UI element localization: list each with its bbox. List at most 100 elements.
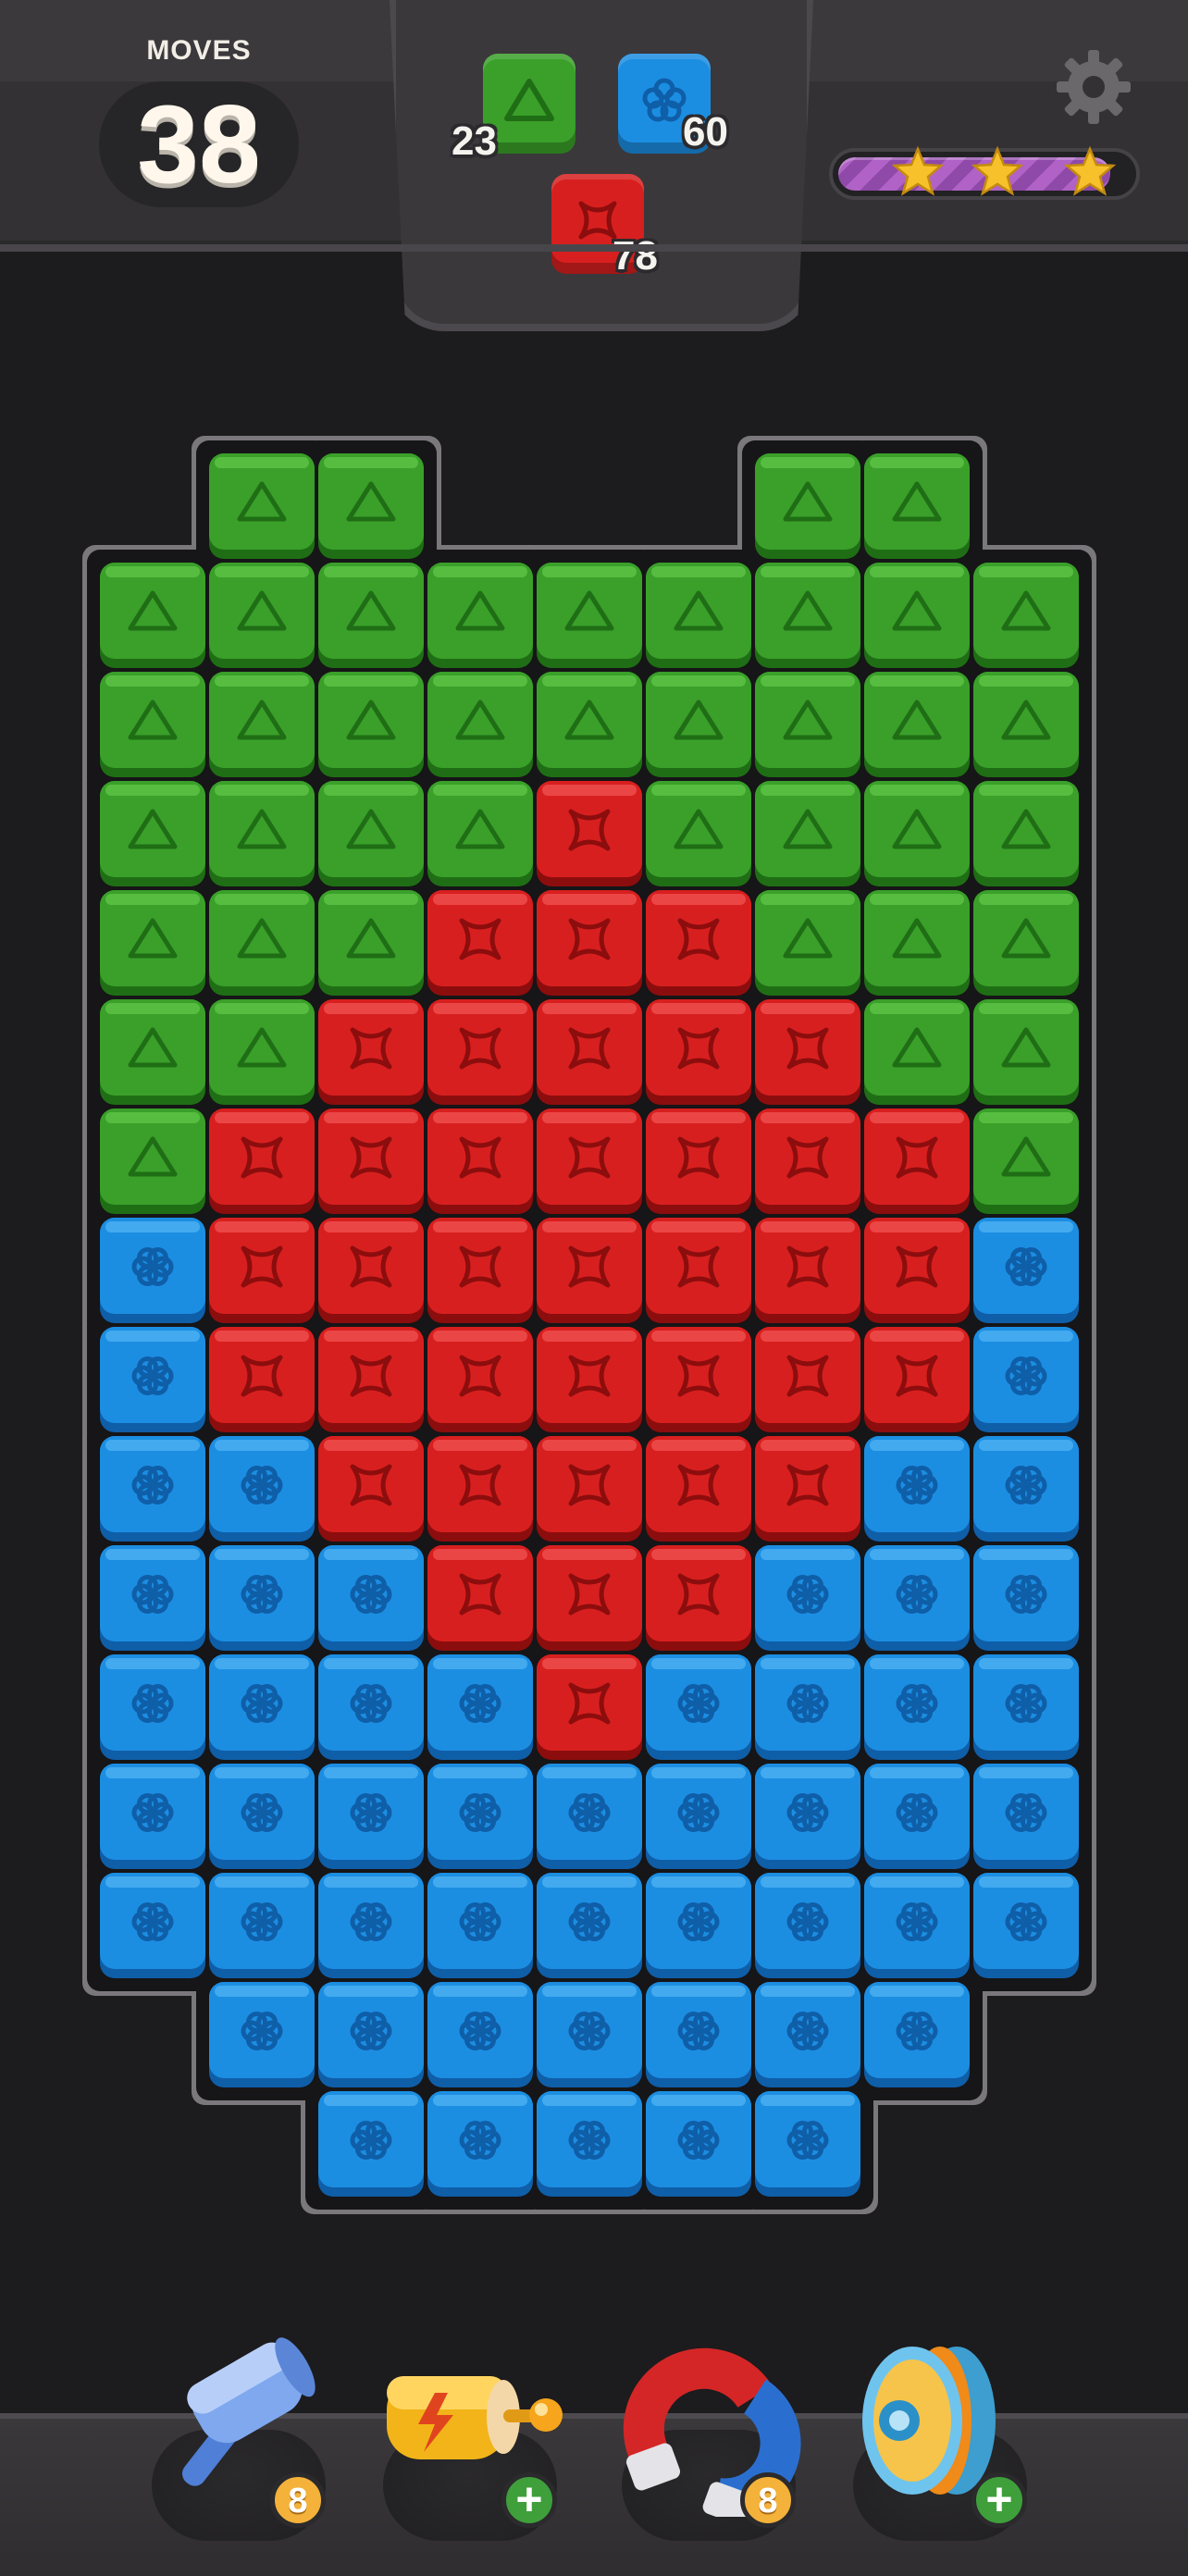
red-block[interactable]	[755, 1108, 860, 1214]
red-block[interactable]	[209, 1218, 315, 1323]
green-block[interactable]	[864, 672, 970, 777]
blue-block[interactable]	[100, 1545, 205, 1651]
blue-block[interactable]	[755, 1654, 860, 1760]
blue-block[interactable]	[646, 1764, 751, 1869]
blue-block[interactable]	[973, 1436, 1079, 1542]
booster-magnet-button[interactable]: 8	[616, 2332, 801, 2541]
blue-block[interactable]	[427, 1982, 533, 2087]
blue-block[interactable]	[973, 1545, 1079, 1651]
blue-block[interactable]	[209, 1764, 315, 1869]
blue-block[interactable]	[646, 1982, 751, 2087]
red-block[interactable]	[646, 1436, 751, 1542]
green-block[interactable]	[100, 672, 205, 777]
green-block[interactable]	[427, 672, 533, 777]
green-block[interactable]	[100, 999, 205, 1105]
blue-block[interactable]	[537, 1873, 642, 1978]
blue-block[interactable]	[318, 1764, 424, 1869]
blue-block[interactable]	[755, 2091, 860, 2197]
red-block[interactable]	[537, 1654, 642, 1760]
booster-hammer-button[interactable]: 8	[146, 2332, 331, 2541]
green-block[interactable]	[209, 999, 315, 1105]
red-block[interactable]	[755, 999, 860, 1105]
red-block[interactable]	[427, 999, 533, 1105]
green-block[interactable]	[209, 781, 315, 886]
green-block[interactable]	[537, 563, 642, 668]
red-block[interactable]	[864, 1108, 970, 1214]
green-block[interactable]	[100, 890, 205, 996]
green-block[interactable]	[755, 563, 860, 668]
blue-block[interactable]	[646, 1873, 751, 1978]
green-block[interactable]	[100, 1108, 205, 1214]
blue-block[interactable]	[427, 1654, 533, 1760]
blue-block[interactable]	[537, 1982, 642, 2087]
blue-block[interactable]	[973, 1218, 1079, 1323]
booster-yoyo-add-button[interactable]: +	[971, 2472, 1027, 2528]
blue-block[interactable]	[318, 1873, 424, 1978]
green-block[interactable]	[864, 781, 970, 886]
green-block[interactable]	[209, 672, 315, 777]
red-block[interactable]	[537, 890, 642, 996]
green-block[interactable]	[973, 1108, 1079, 1214]
blue-block[interactable]	[646, 1654, 751, 1760]
red-block[interactable]	[209, 1327, 315, 1432]
booster-yoyo-button[interactable]: +	[848, 2332, 1033, 2541]
green-block[interactable]	[755, 672, 860, 777]
green-block[interactable]	[537, 672, 642, 777]
red-block[interactable]	[318, 1327, 424, 1432]
green-block[interactable]	[318, 563, 424, 668]
blue-block[interactable]	[973, 1654, 1079, 1760]
blue-block[interactable]	[973, 1764, 1079, 1869]
blue-block[interactable]	[864, 1764, 970, 1869]
blue-block[interactable]	[755, 1545, 860, 1651]
blue-block[interactable]	[318, 1545, 424, 1651]
green-block[interactable]	[100, 781, 205, 886]
green-block[interactable]	[864, 563, 970, 668]
blue-block[interactable]	[100, 1218, 205, 1323]
blue-block[interactable]	[100, 1873, 205, 1978]
blue-block[interactable]	[537, 2091, 642, 2197]
green-block[interactable]	[864, 890, 970, 996]
blue-block[interactable]	[209, 1436, 315, 1542]
blue-block[interactable]	[318, 2091, 424, 2197]
blue-block[interactable]	[427, 1764, 533, 1869]
blue-block[interactable]	[209, 1654, 315, 1760]
green-block[interactable]	[973, 672, 1079, 777]
green-block[interactable]	[973, 890, 1079, 996]
red-block[interactable]	[427, 890, 533, 996]
blue-block[interactable]	[755, 1982, 860, 2087]
green-block[interactable]	[318, 672, 424, 777]
red-block[interactable]	[427, 1108, 533, 1214]
blue-block[interactable]	[864, 1873, 970, 1978]
green-block[interactable]	[646, 781, 751, 886]
green-block[interactable]	[973, 781, 1079, 886]
red-block[interactable]	[755, 1327, 860, 1432]
blue-block[interactable]	[209, 1873, 315, 1978]
blue-block[interactable]	[646, 2091, 751, 2197]
red-block[interactable]	[318, 999, 424, 1105]
red-block[interactable]	[537, 781, 642, 886]
red-block[interactable]	[537, 1327, 642, 1432]
blue-block[interactable]	[973, 1327, 1079, 1432]
blue-block[interactable]	[537, 1764, 642, 1869]
blue-block[interactable]	[864, 1654, 970, 1760]
green-block[interactable]	[755, 890, 860, 996]
blue-block[interactable]	[318, 1982, 424, 2087]
green-block[interactable]	[318, 781, 424, 886]
red-block[interactable]	[646, 1545, 751, 1651]
green-block[interactable]	[646, 672, 751, 777]
blue-block[interactable]	[100, 1327, 205, 1432]
red-block[interactable]	[318, 1436, 424, 1542]
blue-block[interactable]	[100, 1654, 205, 1760]
green-block[interactable]	[209, 563, 315, 668]
red-block[interactable]	[427, 1327, 533, 1432]
green-block[interactable]	[318, 453, 424, 559]
green-block[interactable]	[209, 890, 315, 996]
blue-block[interactable]	[209, 1982, 315, 2087]
red-block[interactable]	[537, 1218, 642, 1323]
blue-block[interactable]	[427, 2091, 533, 2197]
red-block[interactable]	[537, 999, 642, 1105]
red-block[interactable]	[537, 1545, 642, 1651]
green-block[interactable]	[318, 890, 424, 996]
blue-block[interactable]	[755, 1873, 860, 1978]
red-block[interactable]	[646, 999, 751, 1105]
